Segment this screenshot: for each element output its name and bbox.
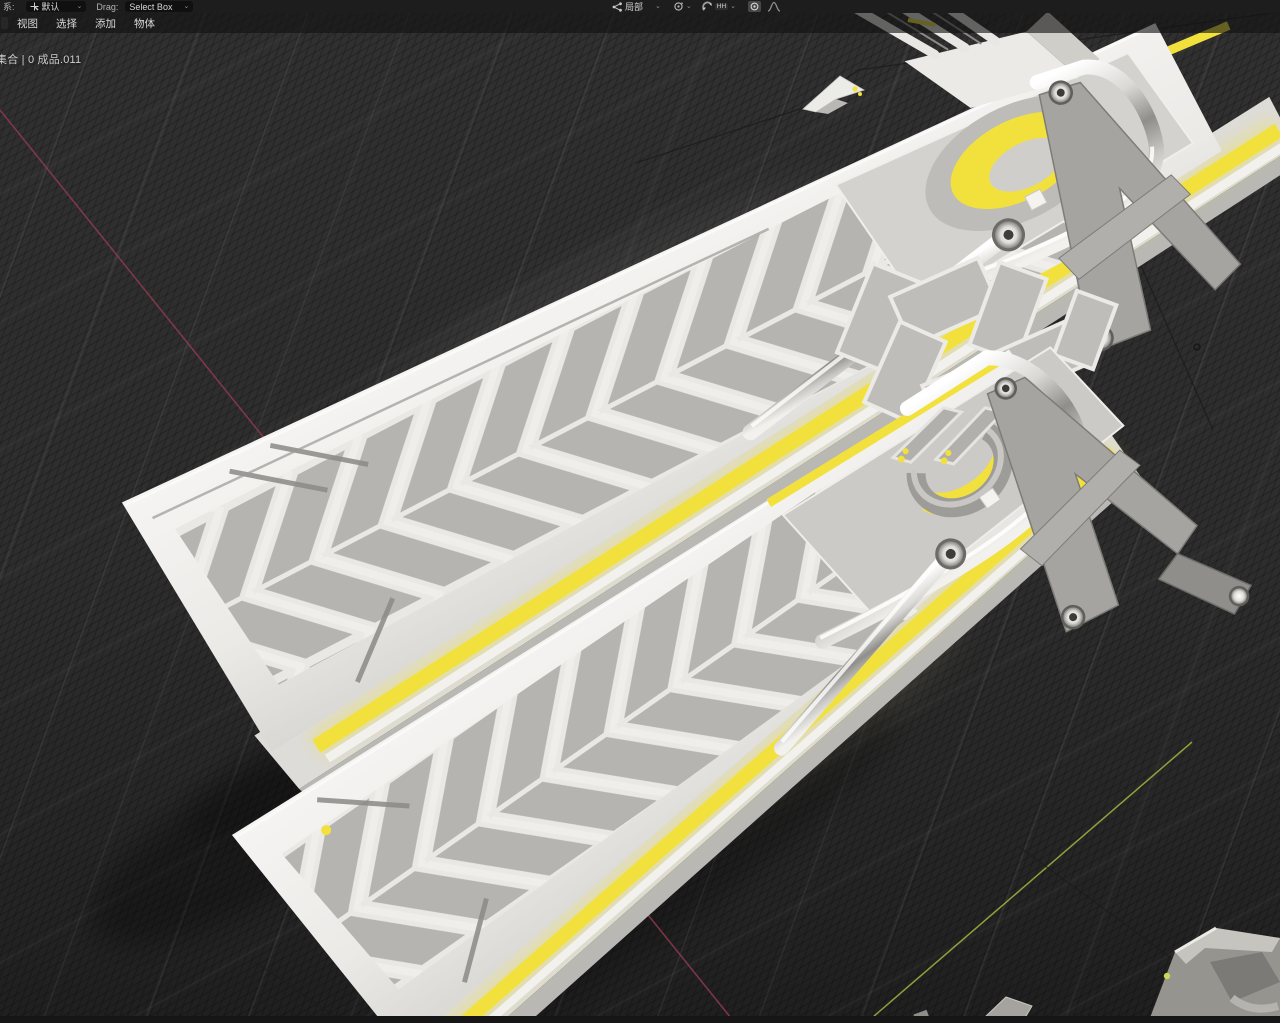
drag-mode-label: Select Box: [129, 2, 172, 12]
drag-mode-dropdown[interactable]: Select Box ⌄: [125, 1, 193, 12]
mode-dropdown-stub[interactable]: [1, 17, 8, 29]
snap-target-icon: HH: [715, 3, 728, 10]
menu-object[interactable]: 物体: [125, 16, 164, 31]
chevron-down-icon: ⌄: [686, 3, 692, 10]
glider-object[interactable]: [803, 76, 864, 114]
tweak-tool-icon: [30, 2, 39, 11]
empty-marker[interactable]: [1194, 344, 1200, 350]
chevron-down-icon: ⌄: [77, 3, 83, 10]
menu-add[interactable]: 添加: [86, 16, 125, 31]
tool-settings-bar: 系: 默认 ⌄ Drag: Select Box ⌄ 局部 ⌄: [0, 0, 1280, 13]
collection-info-overlay: 集合 | 0 成品.011: [0, 51, 81, 67]
chevron-down-icon: ⌄: [730, 3, 736, 10]
chevron-down-icon: ⌄: [183, 3, 189, 10]
viewport-menubar: 视图 选择 添加 物体: [0, 13, 1280, 33]
tool-settings-left-label: 系:: [3, 0, 15, 13]
blender-window: 系: 默认 ⌄ Drag: Select Box ⌄ 局部 ⌄: [0, 0, 1280, 1023]
transform-orientation-icon: [612, 2, 623, 12]
pivot-point-dropdown[interactable]: ⌄: [673, 1, 692, 12]
viewport-3d[interactable]: 集合 | 0 成品.011: [0, 13, 1280, 1023]
status-bar-edge: [0, 1016, 1280, 1023]
transform-orientation-dropdown[interactable]: 局部 ⌄: [612, 0, 661, 13]
scene: [0, 13, 1280, 1023]
drag-label: Drag:: [96, 2, 118, 12]
snap-magnet-icon: [702, 1, 713, 12]
snap-controls[interactable]: HH ⌄: [702, 1, 736, 12]
tool-preset-label: 默认: [42, 0, 60, 13]
pivot-point-icon: [673, 1, 684, 12]
tool-preset-dropdown[interactable]: 默认 ⌄: [26, 1, 87, 12]
falloff-curve-icon[interactable]: [767, 1, 781, 12]
proportional-editing-icon[interactable]: [748, 1, 761, 12]
chevron-down-icon: ⌄: [655, 3, 661, 10]
axis-y-line: [866, 742, 1192, 1023]
menu-select[interactable]: 选择: [47, 16, 86, 31]
menu-view[interactable]: 视图: [8, 16, 47, 31]
orientation-label: 局部: [625, 0, 643, 13]
corner-object[interactable]: [1148, 928, 1280, 1023]
